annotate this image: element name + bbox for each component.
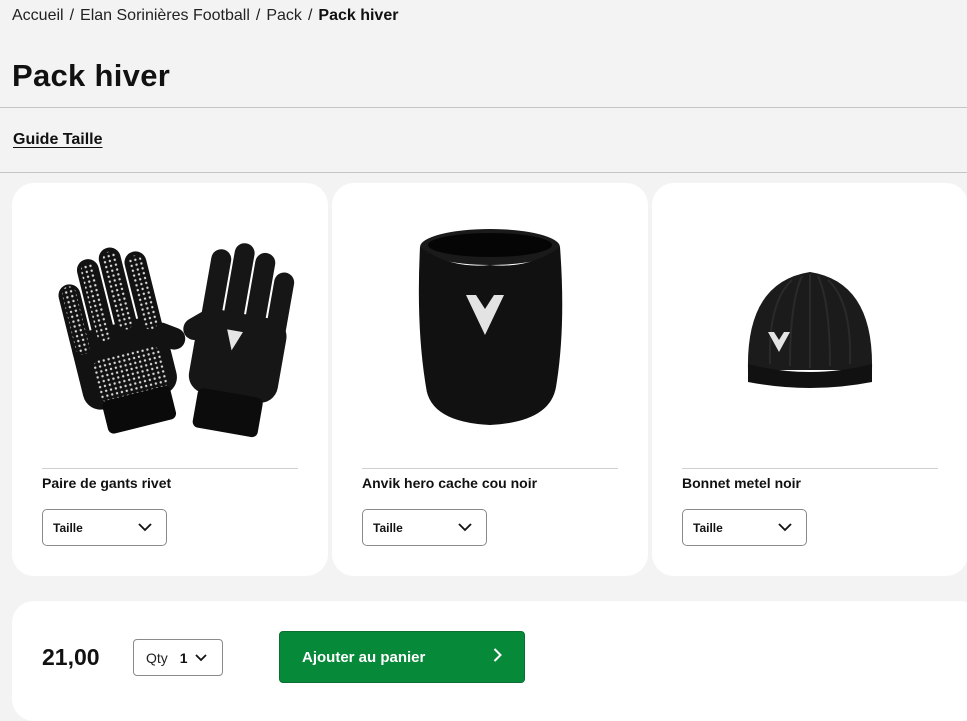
- breadcrumb-current: Pack hiver: [318, 7, 399, 24]
- chevron-right-icon: [493, 648, 502, 666]
- breadcrumb-link-club[interactable]: Elan Sorinières Football: [80, 7, 250, 24]
- chevron-down-icon: [778, 521, 792, 535]
- size-guide-link[interactable]: Guide Taille: [13, 131, 103, 149]
- product-name: Paire de gants rivet: [42, 475, 172, 491]
- breadcrumb-separator: /: [255, 7, 261, 24]
- size-select-label: Taille: [693, 520, 723, 535]
- size-select[interactable]: Taille: [42, 509, 167, 546]
- neck-warmer-image: [362, 201, 618, 453]
- size-select[interactable]: Taille: [682, 509, 807, 546]
- quantity-label: Qty: [146, 649, 168, 666]
- gloves-image: [42, 201, 298, 453]
- chevron-down-icon: [194, 653, 207, 662]
- breadcrumb-separator: /: [69, 7, 75, 24]
- breadcrumb-link-pack[interactable]: Pack: [266, 7, 302, 24]
- page-title: Pack hiver: [12, 58, 171, 93]
- size-select-label: Taille: [53, 520, 83, 535]
- size-select-label: Taille: [373, 520, 403, 535]
- chevron-down-icon: [138, 521, 152, 535]
- breadcrumb-link-accueil[interactable]: Accueil: [12, 7, 64, 24]
- product-card-gloves: Paire de gants rivet Taille: [12, 183, 328, 576]
- breadcrumb: Accueil / Elan Sorinières Football / Pack / Pa…: [12, 7, 398, 25]
- product-card-neck-warmer: Anvik hero cache cou noir Taille: [332, 183, 648, 576]
- size-select[interactable]: Taille: [362, 509, 487, 546]
- product-name: Anvik hero cache cou noir: [362, 475, 538, 491]
- beanie-image: [682, 201, 938, 453]
- product-name: Bonnet metel noir: [682, 475, 802, 491]
- card-divider: [42, 468, 298, 469]
- purchase-panel: 21,00 Qty 1 Ajouter au panier: [12, 601, 967, 721]
- card-divider: [362, 468, 618, 469]
- breadcrumb-separator: /: [307, 7, 313, 24]
- divider: [0, 172, 967, 173]
- quantity-value: 1: [179, 649, 188, 666]
- card-divider: [682, 468, 938, 469]
- quantity-select[interactable]: Qty 1: [133, 639, 223, 676]
- add-to-cart-label: Ajouter au panier: [302, 648, 426, 666]
- add-to-cart-button[interactable]: Ajouter au panier: [279, 631, 525, 683]
- chevron-down-icon: [458, 521, 472, 535]
- divider: [0, 107, 967, 108]
- price: 21,00: [42, 644, 100, 670]
- product-card-beanie: Bonnet metel noir Taille: [652, 183, 967, 576]
